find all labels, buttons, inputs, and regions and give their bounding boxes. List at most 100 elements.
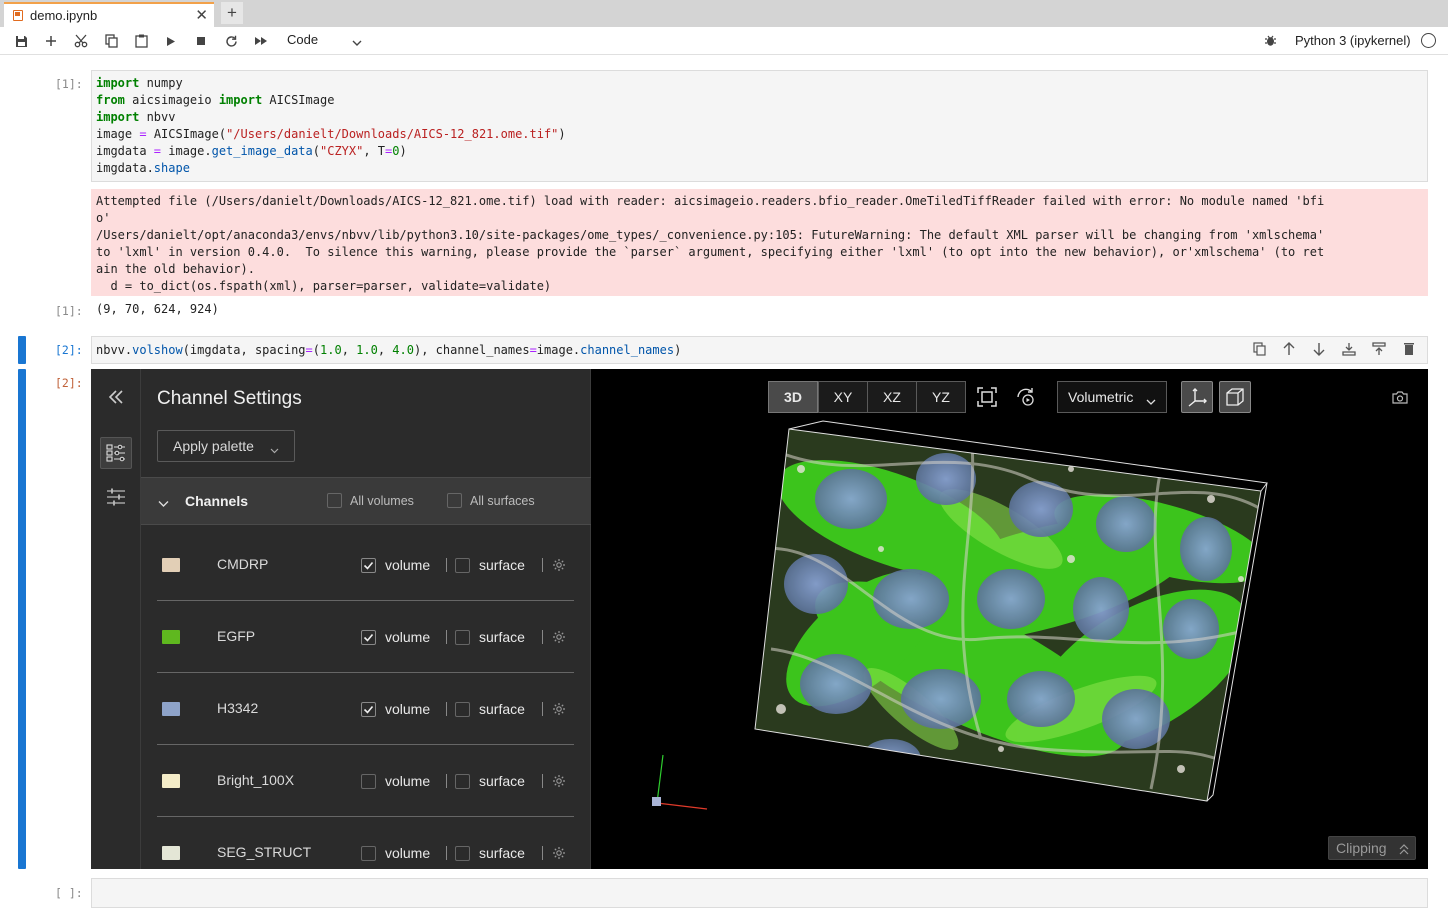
screenshot-camera-icon[interactable] [1384,381,1416,413]
gear-icon[interactable] [552,558,566,577]
cut-icon[interactable] [72,32,90,50]
surface-label: surface [479,557,525,573]
channel-color-swatch[interactable] [162,846,180,860]
gear-icon[interactable] [552,846,566,865]
volume-label: volume [385,845,431,861]
divider [542,630,543,644]
cell-1-output-text: (9, 70, 624, 924) [96,302,219,316]
code-line: from aicsimageio import AICSImage [96,93,335,107]
clipping-toggle[interactable]: Clipping [1328,836,1416,860]
apply-palette-button[interactable]: Apply palette [157,430,295,462]
surface-checkbox[interactable] [455,630,470,645]
cell-1-stderr-output: Attempted file (/Users/danielt/Downloads… [91,189,1428,296]
new-tab-button[interactable]: + [221,2,243,24]
channel-color-swatch[interactable] [162,630,180,644]
chevron-down-icon[interactable] [158,495,169,513]
channel-row: H3342 volume surface [157,673,574,745]
divider [446,558,447,572]
kernel-status-icon [1421,33,1436,48]
cell-2-code-editor[interactable]: nbvv.volshow(imgdata, spacing=(1.0, 1.0,… [91,336,1428,364]
channel-name: Bright_100X [217,772,295,788]
surface-checkbox[interactable] [455,702,470,717]
viewer-side-nav [91,369,141,869]
gear-icon[interactable] [552,702,566,721]
cell-3-code-editor[interactable] [91,878,1428,908]
code-line: import nbvv [96,110,176,124]
channel-name: H3342 [217,700,259,716]
surface-label: surface [479,773,525,789]
duplicate-cell-icon[interactable] [1250,342,1268,360]
all-surfaces-label: All surfaces [470,494,535,508]
delete-cell-icon[interactable] [1400,342,1418,360]
tab-title: demo.ipynb [30,8,98,23]
divider [542,702,543,716]
volume-checkbox[interactable] [361,774,376,789]
kernel-name[interactable]: Python 3 (ipykernel) [1295,33,1411,48]
active-output-indicator [18,369,26,869]
stderr-line: o' [96,211,111,225]
chevron-down-icon [270,441,279,457]
channels-header[interactable]: Channels All volumes All surfaces [141,477,591,525]
all-surfaces-checkbox[interactable] [447,493,462,508]
code-line: imgdata.shape [96,161,190,175]
volume-checkbox[interactable] [361,630,376,645]
cell-1-code-editor[interactable]: import numpy from aicsimageio import AICS… [91,70,1428,182]
add-cell-icon[interactable] [42,32,60,50]
insert-below-icon[interactable] [1370,342,1388,360]
channel-color-swatch[interactable] [162,558,180,572]
paste-icon[interactable] [132,32,150,50]
chevron-up-icon [1399,842,1409,858]
channels-title: Channels [185,493,249,509]
volume-label: volume [385,629,431,645]
channel-name: EGFP [217,628,256,644]
chevron-down-icon[interactable] [352,34,362,52]
channel-color-swatch[interactable] [162,774,180,788]
cell-type-select[interactable]: Code [287,32,318,47]
move-up-icon[interactable] [1280,342,1298,360]
notebook-panel: [1]: import numpy from aicsimageio import… [4,56,1444,921]
divider [446,630,447,644]
notebook-icon [13,10,23,21]
channel-settings-nav-icon[interactable] [100,437,132,469]
close-icon[interactable]: ✕ [195,6,208,24]
3d-render-viewport[interactable]: 3D XY XZ YZ Volumetric Clipping [591,369,1428,869]
cell-2-output-prompt: [2]: [55,376,83,390]
divider [446,846,447,860]
surface-label: surface [479,701,525,717]
debugger-bug-icon[interactable] [1264,34,1277,52]
channel-row: CMDRP volume surface [157,529,574,601]
channel-name: SEG_STRUCT [217,844,312,860]
stop-icon[interactable] [192,32,210,50]
surface-checkbox[interactable] [455,846,470,861]
volume-checkbox[interactable] [361,558,376,573]
copy-icon[interactable] [102,32,120,50]
gear-icon[interactable] [552,630,566,649]
chevron-down-icon [1146,393,1156,409]
settings-sliders-icon[interactable] [100,481,132,513]
gear-icon[interactable] [552,774,566,793]
insert-above-icon[interactable] [1340,342,1358,360]
run-icon[interactable] [162,32,180,50]
fast-forward-icon[interactable] [252,32,270,50]
surface-checkbox[interactable] [455,558,470,573]
collapse-panel-icon[interactable] [100,381,132,413]
notebook-tab[interactable]: demo.ipynb ✕ [4,2,214,27]
volume-rendering-image [754,420,1268,802]
cell-1-input-prompt: [1]: [55,77,83,91]
volume-label: volume [385,773,431,789]
volume-checkbox[interactable] [361,702,376,717]
channel-color-swatch[interactable] [162,702,180,716]
cell-3-input-prompt: [ ]: [55,886,83,900]
cell-1-output-prompt: [1]: [55,304,83,318]
surface-checkbox[interactable] [455,774,470,789]
stderr-line: Attempted file (/Users/danielt/Downloads… [96,194,1325,208]
move-down-icon[interactable] [1310,342,1328,360]
restart-icon[interactable] [222,32,240,50]
all-volumes-checkbox[interactable] [327,493,342,508]
divider [542,846,543,860]
save-icon[interactable] [12,32,30,50]
volume-label: volume [385,557,431,573]
stderr-line: /Users/danielt/opt/anaconda3/envs/nbvv/l… [96,228,1325,242]
stderr-line: ain the old behavior). [96,262,255,276]
volume-checkbox[interactable] [361,846,376,861]
